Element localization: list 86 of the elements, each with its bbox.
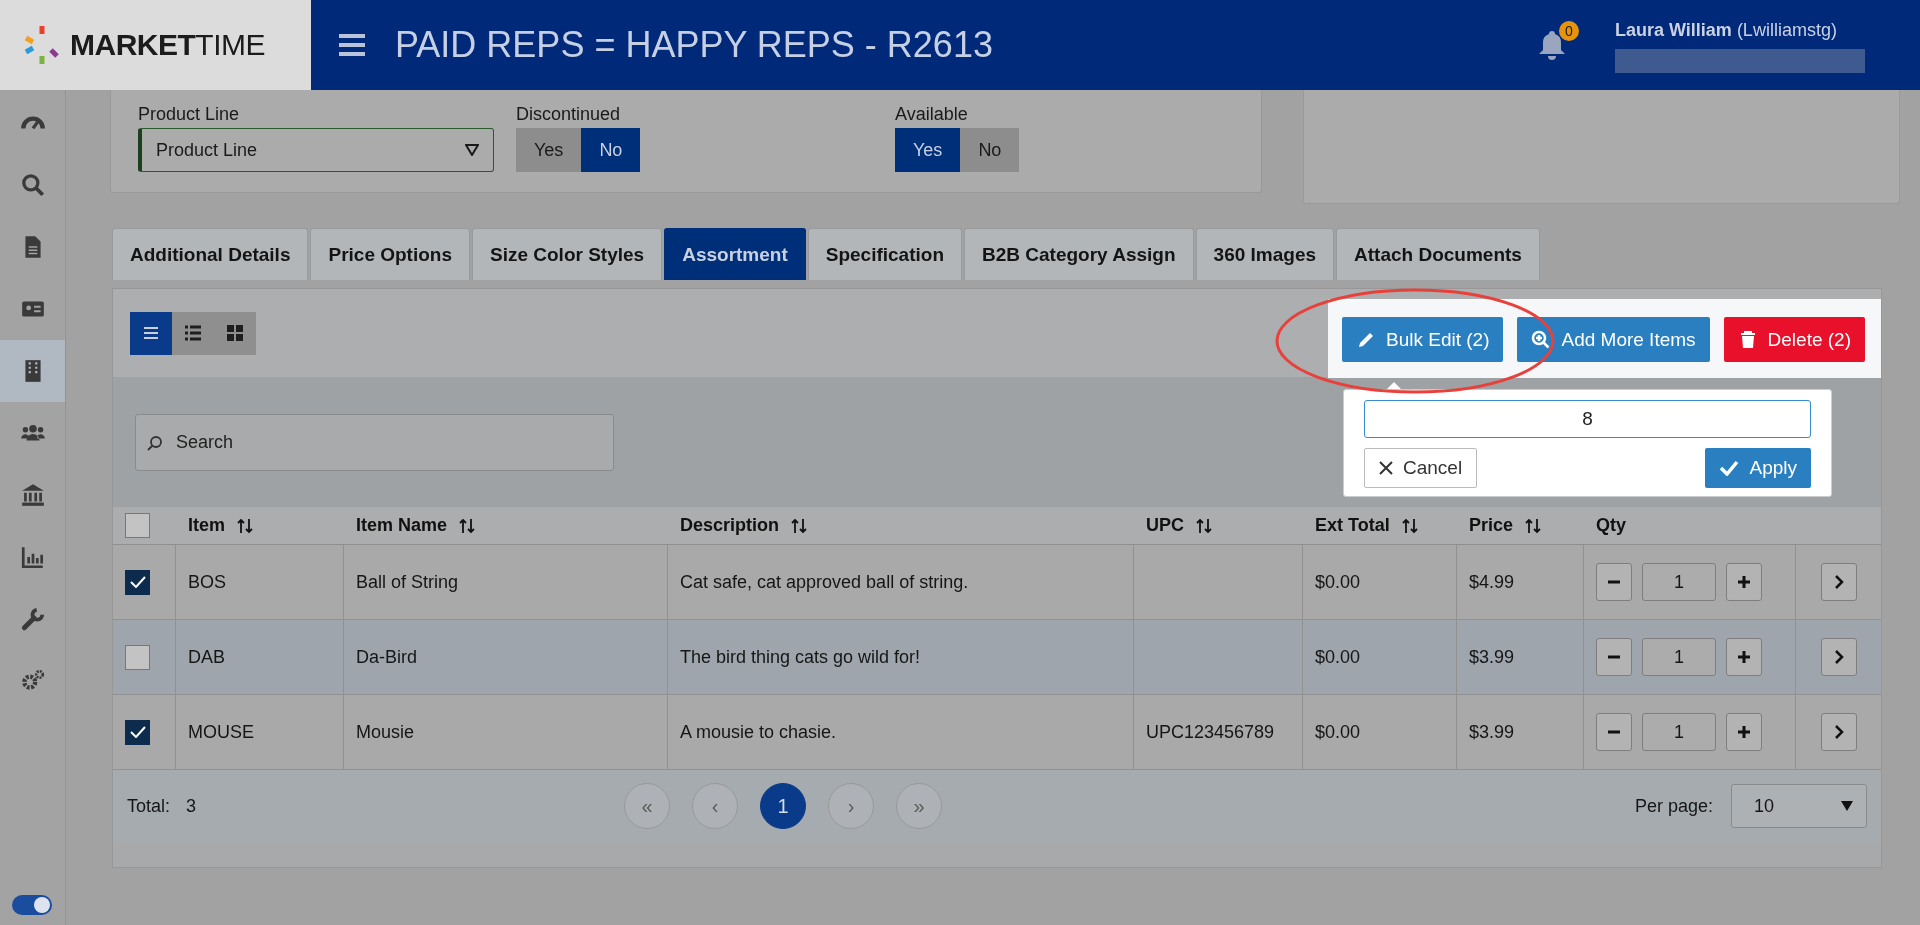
total-count: 3 <box>186 795 197 817</box>
edit-button[interactable]: Bulk Edit (2) <box>1342 317 1504 362</box>
user-name: Laura William (Lwilliamstg) <box>1615 20 1838 41</box>
apply-button[interactable]: Apply <box>1705 448 1811 488</box>
list-view-icon <box>142 324 160 342</box>
checkbox[interactable] <box>125 644 150 670</box>
column-header: Description <box>680 515 780 536</box>
toggle-option[interactable]: No <box>581 128 641 172</box>
check-icon <box>129 576 146 588</box>
quantity-input[interactable]: 1 <box>1642 638 1716 676</box>
tab[interactable]: B2B Category Assign <box>964 228 1194 280</box>
bell-icon[interactable] <box>1537 29 1567 61</box>
field-label: Discontinued <box>516 104 622 125</box>
sort-icon[interactable] <box>791 517 808 534</box>
caret-down-icon <box>465 144 479 156</box>
increase-button[interactable] <box>1726 713 1762 751</box>
value-input[interactable]: 8 <box>1364 400 1811 438</box>
plus-icon <box>1737 650 1751 664</box>
menu-icon[interactable] <box>339 33 365 57</box>
total-label: Total: <box>127 795 171 817</box>
check-icon <box>129 726 146 738</box>
add-button[interactable]: Add More Items <box>1517 317 1710 362</box>
sort-icon[interactable] <box>1401 517 1418 534</box>
details-button[interactable] <box>1820 713 1857 751</box>
column-header: Item <box>188 515 225 536</box>
details-button[interactable] <box>1820 563 1857 601</box>
plus-icon <box>1737 575 1751 589</box>
page-button[interactable]: 1 <box>760 783 806 829</box>
toggle-option[interactable]: Yes <box>516 128 582 172</box>
tab[interactable]: Specification <box>807 228 962 280</box>
bank-icon <box>19 482 46 508</box>
quantity-input[interactable]: 1 <box>1642 563 1716 601</box>
tab[interactable]: 360 Images <box>1195 228 1335 280</box>
cancel-button[interactable]: Cancel <box>1364 448 1478 488</box>
checkbox[interactable] <box>125 513 150 538</box>
caret-down-icon <box>1840 800 1854 812</box>
column-header: Qty <box>1596 515 1626 536</box>
tab[interactable]: Size Color Styles <box>472 228 663 280</box>
toggle-option[interactable]: No <box>960 128 1020 172</box>
sort-icon[interactable] <box>1525 517 1542 534</box>
page-title: PAID REPS = HAPPY REPS - R2613 <box>395 24 993 66</box>
sort-icon[interactable] <box>1196 517 1212 534</box>
delete-button[interactable]: Delete (2) <box>1723 317 1865 362</box>
sort-icon[interactable] <box>237 517 253 534</box>
column-header: UPC <box>1146 515 1184 536</box>
decrease-button[interactable] <box>1596 713 1632 751</box>
decrease-button[interactable] <box>1596 563 1632 601</box>
view-toggle[interactable] <box>130 311 172 355</box>
chevron-right-icon <box>1833 650 1844 664</box>
wrench-icon <box>19 606 46 632</box>
plus-icon <box>1737 725 1751 739</box>
close-icon <box>1379 461 1393 475</box>
field-label: Product Line <box>138 104 241 125</box>
product-line-select[interactable]: Product Line <box>138 128 494 172</box>
quantity-input[interactable]: 1 <box>1642 713 1716 751</box>
chevron-right-icon <box>1833 725 1844 739</box>
column-header: Price <box>1469 515 1514 536</box>
tab[interactable]: Assortment <box>664 228 806 280</box>
logo-text: MARKETTIME <box>70 28 265 62</box>
tab[interactable]: Attach Documents <box>1336 228 1540 280</box>
checkbox[interactable] <box>125 719 150 745</box>
increase-button[interactable] <box>1726 563 1762 601</box>
details-button[interactable] <box>1820 638 1857 676</box>
bar-chart-icon <box>19 544 46 570</box>
search-icon <box>19 172 46 198</box>
tab[interactable]: Additional Details <box>112 228 309 280</box>
notification-badge: 0 <box>1559 21 1579 41</box>
per-page-select[interactable]: 10 <box>1731 784 1867 828</box>
checkbox[interactable] <box>125 569 150 595</box>
per-page-label: Per page: <box>1634 795 1713 817</box>
sidebar-item[interactable] <box>0 340 65 402</box>
increase-button[interactable] <box>1726 638 1762 676</box>
toggle-switch[interactable] <box>12 895 52 915</box>
search-field[interactable]: Search <box>135 414 614 471</box>
grid-view-icon <box>226 324 244 342</box>
check-icon <box>1719 460 1740 476</box>
column-header: Ext Total <box>1315 515 1390 536</box>
toggle-option[interactable]: Yes <box>895 128 961 172</box>
table-view-icon <box>184 324 202 342</box>
tab[interactable]: Price Options <box>310 228 470 280</box>
sort-icon[interactable] <box>459 517 476 534</box>
chevron-right-icon <box>1833 575 1844 589</box>
field-label: Available <box>895 104 969 125</box>
decrease-button[interactable] <box>1596 638 1632 676</box>
zoom-plus-icon <box>1531 329 1552 350</box>
column-header: Item Name <box>356 515 448 536</box>
